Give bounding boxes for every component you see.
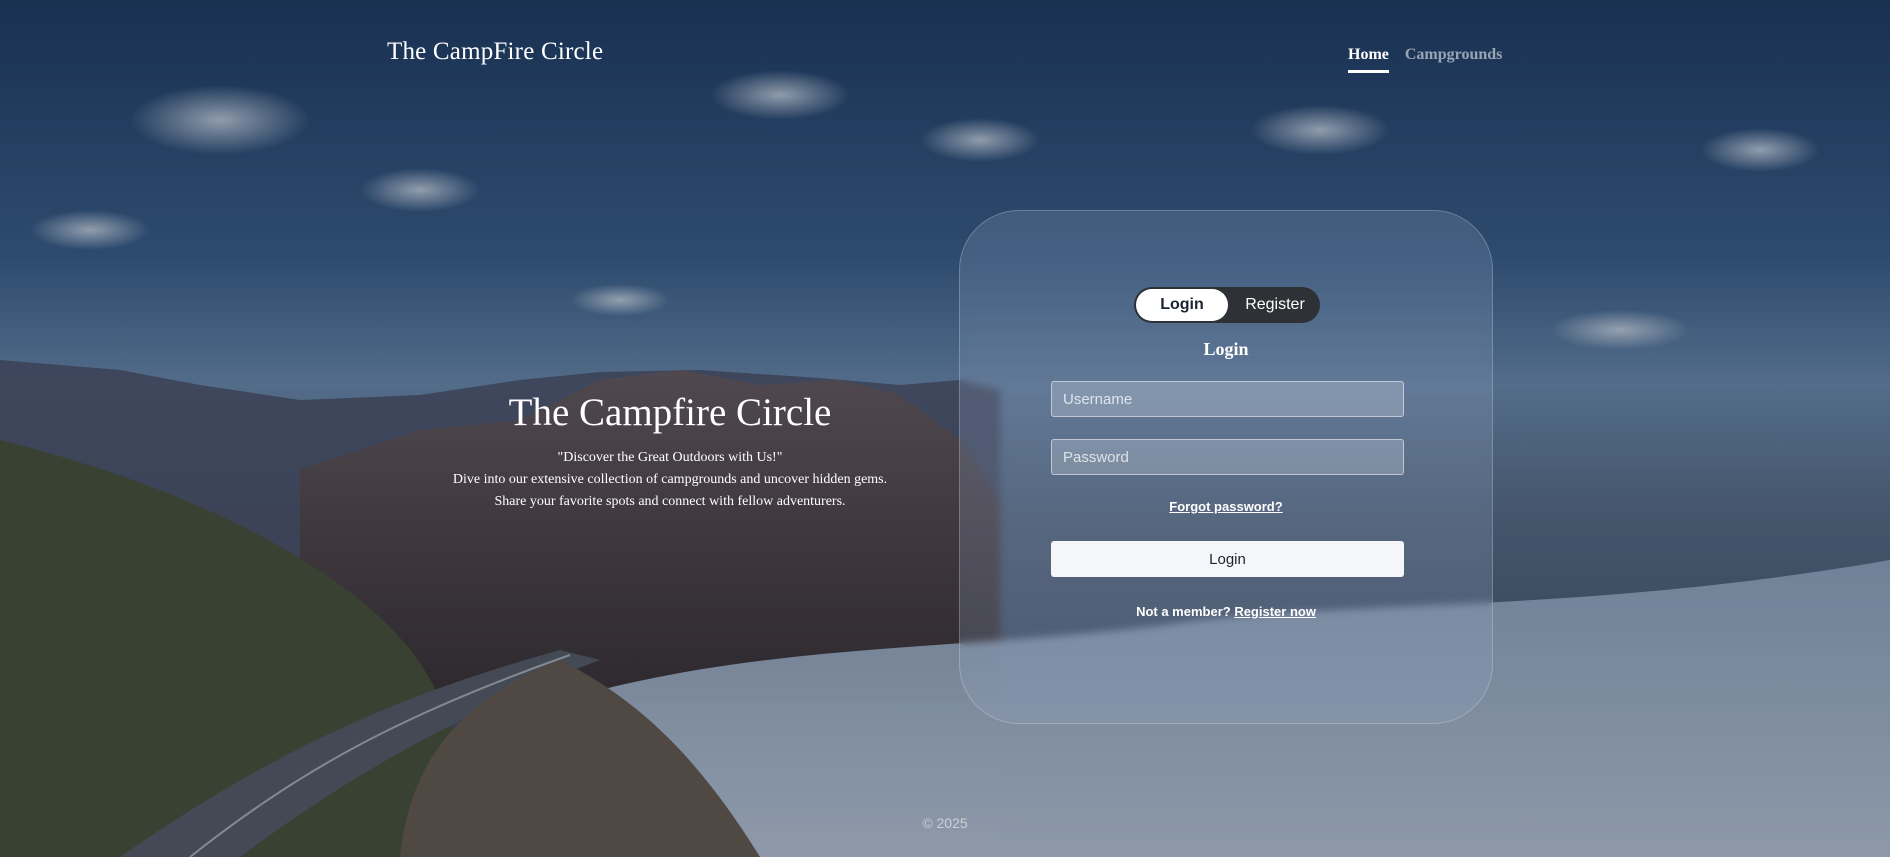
password-input[interactable] (1051, 439, 1404, 475)
register-now-link[interactable]: Register now (1234, 604, 1316, 619)
nav-link-campgrounds[interactable]: Campgrounds (1405, 46, 1503, 73)
footer-copyright: © 2025 (922, 815, 968, 831)
hero-section: The Campfire Circle "Discover the Great … (420, 390, 920, 513)
hero-description-line-1: Dive into our extensive collection of ca… (452, 472, 888, 487)
signup-prompt: Not a member? Register now (960, 604, 1492, 619)
toggle-register-option[interactable]: Register (1232, 289, 1318, 321)
background-overlay (0, 0, 1890, 857)
form-title: Login (1203, 339, 1249, 359)
auth-mode-toggle: Login Register (1134, 287, 1320, 323)
hero-description-line-2: Share your favorite spots and connect wi… (494, 494, 846, 509)
signup-prompt-text: Not a member? (1136, 604, 1235, 619)
hero-title: The Campfire Circle (508, 391, 832, 434)
login-button[interactable]: Login (1051, 541, 1404, 577)
toggle-login-option[interactable]: Login (1136, 289, 1228, 321)
nav-link-home[interactable]: Home (1348, 46, 1389, 73)
site-brand[interactable]: The CampFire Circle (387, 38, 603, 66)
username-input[interactable] (1051, 381, 1404, 417)
main-nav: Home Campgrounds (1348, 46, 1502, 73)
forgot-password-link[interactable]: Forgot password? (960, 499, 1492, 514)
background-image (0, 0, 1890, 857)
hero-tagline: "Discover the Great Outdoors with Us!" (557, 450, 783, 465)
auth-card: Login Register Login Forgot password? Lo… (959, 210, 1493, 724)
